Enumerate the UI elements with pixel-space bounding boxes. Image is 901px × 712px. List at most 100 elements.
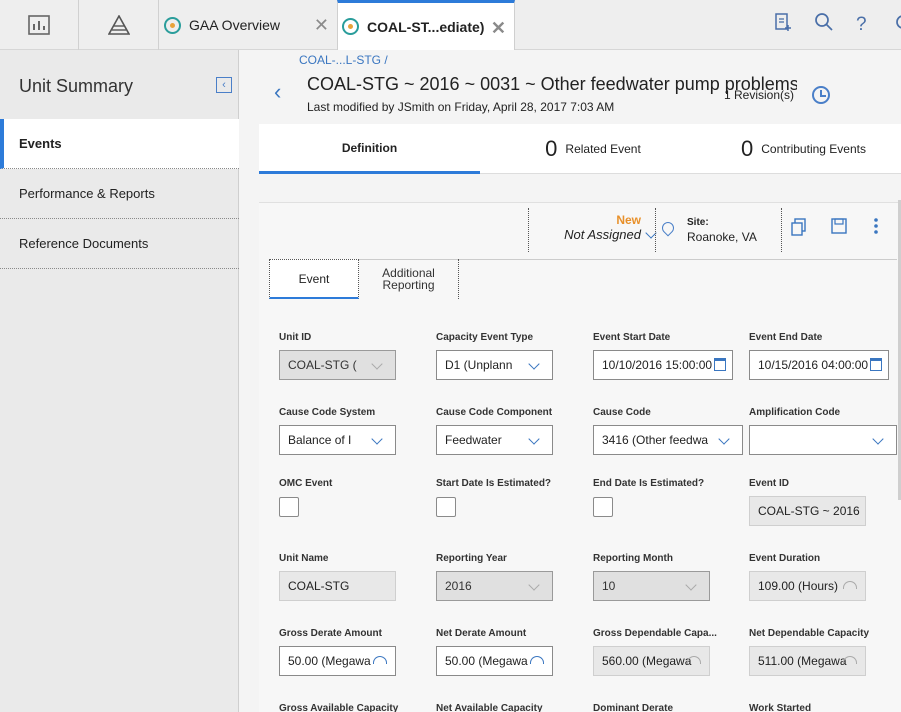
site-label: Site: xyxy=(687,217,709,228)
work-started-label: Work Started xyxy=(749,703,812,712)
state-dropdown[interactable]: New Not Assigned xyxy=(541,213,641,242)
calendar-icon[interactable] xyxy=(714,358,726,371)
cause-code-system-value: Balance of I xyxy=(288,433,352,447)
capacity-event-type-value: D1 (Unplann xyxy=(445,358,513,372)
dashboard-icon[interactable] xyxy=(0,0,79,50)
record-tabs: Definition 0 Related Event 0 Contributin… xyxy=(259,124,901,174)
gross-dependable-label: Gross Dependable Capa... xyxy=(593,628,717,639)
subtab-additional-reporting[interactable]: Additional Reporting xyxy=(359,259,459,299)
gross-available-label: Gross Available Capacity xyxy=(279,703,399,712)
tab-definition[interactable]: Definition xyxy=(259,124,480,174)
event-end-date-value: 10/15/2016 04:00:00 xyxy=(758,358,869,372)
tab-coal-stg-event[interactable]: COAL-ST...ediate) ✕ xyxy=(337,0,515,50)
close-icon[interactable]: ✕ xyxy=(491,18,506,39)
unit-name-label: Unit Name xyxy=(279,553,329,564)
cause-code-component-value: Feedwater xyxy=(445,433,502,447)
divider xyxy=(655,208,656,252)
related-count: 0 xyxy=(545,136,558,161)
gross-derate-label: Gross Derate Amount xyxy=(279,628,382,639)
subtab-label: Event xyxy=(298,271,330,286)
tab-label: COAL-ST...ediate) xyxy=(367,18,485,35)
subtab-event[interactable]: Event xyxy=(269,259,359,299)
reporting-year-select: 2016 xyxy=(436,571,553,601)
event-end-date-input[interactable]: 10/15/2016 04:00:00 xyxy=(749,350,889,380)
gauge-icon xyxy=(843,656,857,664)
more-options-icon[interactable] xyxy=(873,218,879,238)
net-derate-label: Net Derate Amount xyxy=(436,628,527,639)
site-value: Roanoke, VA xyxy=(687,230,757,244)
divider xyxy=(528,208,529,252)
nav-item-performance-reports[interactable]: Performance & Reports xyxy=(0,169,239,219)
amplification-code-label: Amplification Code xyxy=(749,407,841,418)
contributing-count: 0 xyxy=(741,136,754,161)
nav-item-label: Performance & Reports xyxy=(19,186,155,201)
gauge-icon xyxy=(843,581,857,589)
gauge-icon[interactable] xyxy=(373,656,387,664)
tab-related-event[interactable]: 0 Related Event xyxy=(480,124,706,174)
gauge-icon xyxy=(687,656,701,664)
net-dependable-field: 511.00 (Megawa xyxy=(749,646,866,676)
net-available-label: Net Available Capacity xyxy=(436,703,543,712)
omc-event-checkbox[interactable] xyxy=(279,497,299,517)
tab-label: Definition xyxy=(341,140,398,155)
amplification-code-select[interactable] xyxy=(749,425,897,455)
chevron-down-icon xyxy=(371,358,383,370)
start-date-estimated-checkbox[interactable] xyxy=(436,497,456,517)
back-icon[interactable]: ‹ xyxy=(274,79,281,105)
gross-derate-value: 50.00 (Megawa xyxy=(288,654,371,668)
event-duration-label: Event Duration xyxy=(749,553,821,564)
tab-status-icon xyxy=(164,16,181,34)
nav-item-reference-documents[interactable]: Reference Documents xyxy=(0,219,239,269)
cause-code-value: 3416 (Other feedwa xyxy=(602,433,709,447)
event-duration-value: 109.00 (Hours) xyxy=(758,579,839,593)
left-nav: Unit Summary ‹ Events Performance & Repo… xyxy=(0,50,239,712)
end-date-estimated-label: End Date Is Estimated? xyxy=(593,478,705,489)
nav-item-label: Events xyxy=(19,136,62,151)
event-id-field: COAL-STG ~ 2016 xyxy=(749,496,866,526)
unit-id-value: COAL-STG ( xyxy=(288,358,357,372)
gross-derate-input[interactable]: 50.00 (Megawa xyxy=(279,646,396,676)
event-start-date-value: 10/10/2016 15:00:00 xyxy=(602,358,713,372)
reporting-month-value: 10 xyxy=(602,579,616,593)
divider xyxy=(781,208,782,252)
tab-gaa-overview[interactable]: GAA Overview ✕ xyxy=(160,0,337,50)
chevron-down-icon xyxy=(718,433,730,445)
tab-status-icon xyxy=(342,18,359,35)
chevron-down-icon xyxy=(528,579,540,591)
close-icon[interactable]: ✕ xyxy=(314,15,329,36)
cause-code-system-select[interactable]: Balance of I xyxy=(279,425,396,455)
reporting-year-value: 2016 xyxy=(445,579,472,593)
unit-name-value: COAL-STG xyxy=(288,579,350,593)
event-end-date-label: Event End Date xyxy=(749,332,823,343)
revisions-count[interactable]: 1 Revision(s) xyxy=(724,88,794,102)
settings-icon[interactable] xyxy=(893,12,901,37)
end-date-estimated-checkbox[interactable] xyxy=(593,497,613,517)
event-start-date-input[interactable]: 10/10/2016 15:00:00 xyxy=(593,350,733,380)
net-dependable-label: Net Dependable Capacity xyxy=(749,628,870,639)
dominant-derate-label: Dominant Derate xyxy=(593,703,674,712)
subtab-label: Reporting xyxy=(382,278,435,292)
main-content: COAL-...L-STG / ‹ COAL-STG ~ 2016 ~ 0031… xyxy=(240,50,901,712)
net-dependable-value: 511.00 (Megawa xyxy=(758,654,847,668)
gross-dependable-field: 560.00 (Megawa xyxy=(593,646,710,676)
cause-code-component-select[interactable]: Feedwater xyxy=(436,425,553,455)
nav-item-events[interactable]: Events xyxy=(0,119,239,169)
history-icon[interactable] xyxy=(812,86,830,104)
chevron-down-icon xyxy=(371,433,383,445)
breadcrumb[interactable]: COAL-...L-STG / xyxy=(299,53,388,67)
capacity-event-type-select[interactable]: D1 (Unplann xyxy=(436,350,553,380)
cause-code-label: Cause Code xyxy=(593,407,651,418)
cause-code-select[interactable]: 3416 (Other feedwa xyxy=(593,425,743,455)
unit-name-field: COAL-STG xyxy=(279,571,396,601)
calendar-icon[interactable] xyxy=(870,358,882,371)
save-icon[interactable] xyxy=(831,218,847,238)
tab-contributing-events[interactable]: 0 Contributing Events xyxy=(706,124,901,174)
new-document-icon[interactable] xyxy=(774,12,792,37)
collapse-icon[interactable]: ‹ xyxy=(216,77,232,93)
search-icon[interactable] xyxy=(814,12,834,37)
help-icon[interactable]: ? xyxy=(856,14,867,36)
net-derate-input[interactable]: 50.00 (Megawa xyxy=(436,646,553,676)
pyramid-icon[interactable] xyxy=(79,0,159,50)
gauge-icon[interactable] xyxy=(530,656,544,664)
copy-icon[interactable] xyxy=(791,218,807,240)
